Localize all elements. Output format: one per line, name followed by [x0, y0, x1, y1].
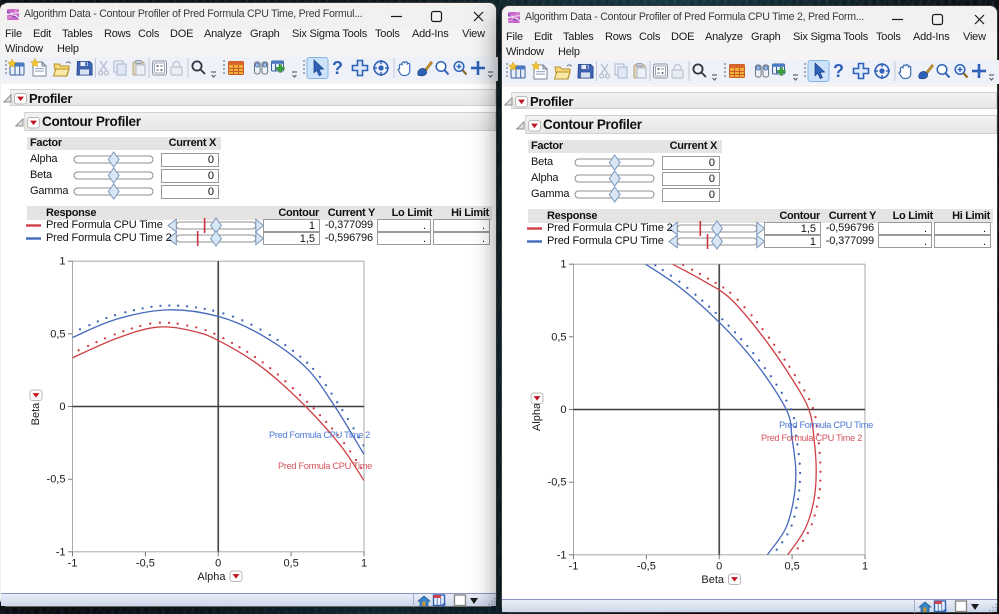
svg-text:1: 1 — [560, 259, 566, 271]
svg-text:1: 1 — [59, 256, 65, 268]
svg-text:1: 1 — [361, 557, 367, 569]
svg-text:-0,5: -0,5 — [47, 474, 66, 486]
svg-text:Alpha: Alpha — [531, 402, 543, 431]
svg-text:Pred Formula CPU Time 2: Pred Formula CPU Time 2 — [269, 430, 370, 440]
svg-text:?: ? — [833, 61, 844, 81]
svg-text:0: 0 — [215, 557, 221, 569]
svg-text:?: ? — [332, 58, 343, 78]
svg-text:-1: -1 — [569, 560, 579, 572]
svg-text:Alpha: Alpha — [197, 571, 226, 583]
svg-text:0,5: 0,5 — [784, 560, 799, 572]
svg-text:Beta: Beta — [701, 574, 725, 586]
svg-text:0,5: 0,5 — [551, 331, 566, 343]
svg-text:Pred Formula CPU Time: Pred Formula CPU Time — [779, 420, 873, 430]
svg-text:Pred Formula CPU Time 2: Pred Formula CPU Time 2 — [761, 433, 862, 443]
svg-text:Pred Formula CPU Time: Pred Formula CPU Time — [278, 461, 372, 471]
svg-text:0,5: 0,5 — [50, 328, 65, 340]
svg-text:1: 1 — [862, 560, 868, 572]
svg-text:-1: -1 — [56, 546, 66, 558]
svg-text:-0,5: -0,5 — [136, 557, 155, 569]
svg-text:-1: -1 — [68, 557, 78, 569]
svg-text:-0,5: -0,5 — [637, 560, 656, 572]
svg-text:Beta: Beta — [30, 402, 42, 426]
svg-text:0: 0 — [59, 401, 65, 413]
svg-text:0: 0 — [560, 404, 566, 416]
svg-text:0: 0 — [716, 560, 722, 572]
svg-text:-0,5: -0,5 — [548, 477, 567, 489]
svg-text:-1: -1 — [557, 549, 567, 561]
svg-text:0,5: 0,5 — [283, 557, 298, 569]
